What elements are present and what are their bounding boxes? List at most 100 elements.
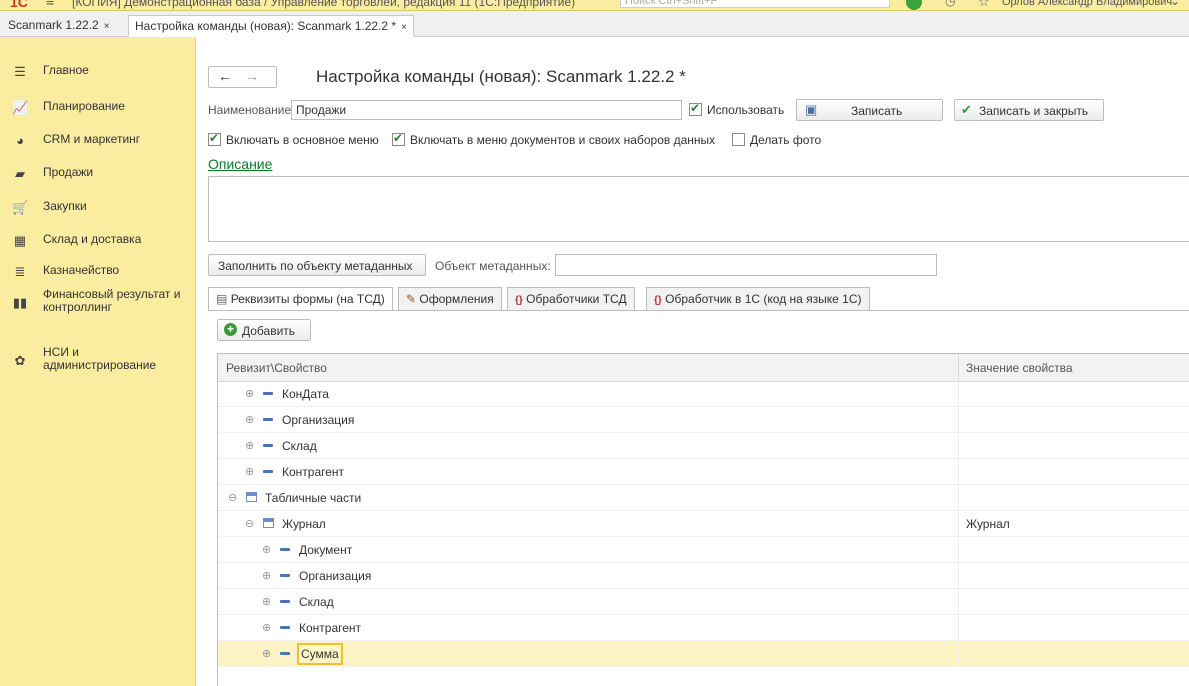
sidebar-item-label: НСИ и администрирование	[43, 345, 157, 372]
tab-appearance[interactable]: ✎ Оформления	[398, 287, 502, 311]
table-row[interactable]: ⊖ Табличные части	[218, 485, 1189, 511]
description-link[interactable]: Описание	[208, 156, 272, 172]
table-part-icon	[246, 492, 257, 502]
tab-label: Обработчики ТСД	[526, 292, 627, 306]
table-row[interactable]: ⊕ Документ	[218, 537, 1189, 563]
table-row[interactable]: ⊕ Организация	[218, 407, 1189, 433]
plus-icon: +	[224, 323, 237, 336]
fill-by-metadata-button[interactable]: Заполнить по объекту метаданных	[208, 254, 426, 276]
brush-icon: ✎	[406, 292, 417, 306]
tab-command-settings[interactable]: Настройка команды (новая): Scanmark 1.22…	[128, 15, 414, 37]
forward-arrow-icon[interactable]: →	[245, 68, 259, 84]
main-menu-checkbox[interactable]	[208, 131, 221, 146]
coins-icon: ≣	[14, 264, 26, 279]
bar-chart-icon: ▮▮	[12, 295, 28, 310]
tab-1c-handler[interactable]: {} Обработчик в 1С (код на языке 1С)	[646, 287, 870, 311]
expand-icon[interactable]: ⊕	[245, 465, 254, 478]
row-name: Табличные части	[265, 491, 362, 505]
metadata-input[interactable]	[555, 254, 937, 276]
add-button[interactable]: + Добавить	[217, 319, 311, 341]
doc-menu-checkbox[interactable]	[392, 131, 405, 146]
expand-icon[interactable]: ⊕	[262, 595, 271, 608]
attribute-icon	[280, 600, 290, 603]
sidebar-item-label: Финансовый результат и контроллинг	[43, 287, 181, 314]
sidebar-item-label: Продажи	[43, 165, 94, 179]
sidebar-item-label: Склад и доставка	[43, 232, 142, 246]
collapse-icon[interactable]: ⊖	[228, 491, 237, 504]
table-row[interactable]: ⊕ Сумма	[218, 641, 1189, 667]
table-row[interactable]: ⊕ Склад	[218, 589, 1189, 615]
description-field[interactable]	[208, 176, 1189, 242]
settings-menu-icon[interactable]: ⌄	[1170, 0, 1180, 8]
user-name[interactable]: Орлов Александр Владимирович	[1002, 0, 1172, 8]
menu-icon: ☰	[14, 64, 26, 79]
tabs-divider	[208, 310, 1189, 311]
close-icon[interactable]: ×	[104, 21, 110, 32]
metadata-label: Объект метаданных:	[435, 259, 551, 273]
use-checkbox[interactable]	[689, 101, 702, 116]
expand-icon[interactable]: ⊕	[245, 413, 254, 426]
row-name: Контрагент	[282, 465, 345, 479]
fill-button-label: Заполнить по объекту метаданных	[218, 259, 413, 273]
tab-form-attributes[interactable]: ▤ Реквизиты формы (на ТСД)	[208, 287, 393, 311]
global-search-input[interactable]: Поиск Ctrl+Shift+F	[620, 0, 890, 8]
column-divider	[958, 511, 959, 537]
photo-checkbox[interactable]	[732, 133, 745, 146]
tab-scanmark[interactable]: Scanmark 1.22.2 ×	[2, 15, 116, 35]
table-row[interactable]: ⊕ Контрагент	[218, 615, 1189, 641]
back-arrow-icon[interactable]: ←	[218, 68, 232, 84]
expand-icon[interactable]: ⊕	[262, 621, 271, 634]
column-divider	[958, 641, 959, 667]
notifications-icon[interactable]	[906, 0, 922, 10]
save-button[interactable]: ▣ Записать	[796, 99, 943, 121]
row-name: КонДата	[282, 387, 329, 401]
bag-icon: ▰	[15, 166, 25, 181]
close-icon[interactable]: ×	[401, 22, 407, 33]
expand-icon[interactable]: ⊕	[262, 543, 271, 556]
attribute-icon	[280, 652, 290, 655]
table-row[interactable]: ⊖ Журнал Журнал	[218, 511, 1189, 537]
sidebar-item-label: Планирование	[43, 99, 125, 113]
row-name: Документ	[299, 543, 353, 557]
expand-icon[interactable]: ⊕	[262, 647, 271, 660]
tab-tsd-handlers[interactable]: {} Обработчики ТСД	[507, 287, 635, 311]
row-name: Организация	[282, 413, 355, 427]
tab-label: Обработчик в 1С (код на языке 1С)	[665, 292, 862, 306]
expand-icon[interactable]: ⊕	[245, 439, 254, 452]
gear-icon: ✿	[14, 353, 26, 368]
name-input[interactable]: Продажи	[291, 100, 682, 120]
collapse-icon[interactable]: ⊖	[245, 517, 254, 530]
app-header: 1С ≡ [КОПИЯ] Демонстрационная база / Упр…	[0, 0, 1189, 11]
expand-icon[interactable]: ⊕	[262, 569, 271, 582]
table-row[interactable]: ⊕ Склад	[218, 433, 1189, 459]
column-divider	[958, 459, 959, 485]
sections-panel: ☰ Главное 📈 Планирование ◕ CRM и маркети…	[0, 37, 196, 686]
history-navigation: ← →	[208, 66, 277, 88]
check-icon: ✔	[961, 102, 972, 117]
row-name: Склад	[282, 439, 317, 453]
column-divider	[958, 537, 959, 563]
tab-label: Scanmark 1.22.2	[8, 18, 99, 32]
attributes-tree-grid[interactable]: Ревизит\Свойство Значение свойства ⊕ КонД…	[217, 353, 1189, 686]
column-divider	[958, 354, 959, 381]
table-row[interactable]: ⊕ Контрагент	[218, 459, 1189, 485]
row-name: Сумма	[297, 643, 343, 665]
table-row[interactable]: ⊕ Организация	[218, 563, 1189, 589]
table-row[interactable]: ⊕ КонДата	[218, 381, 1189, 407]
column-divider	[958, 615, 959, 641]
history-icon[interactable]: ◷	[945, 0, 955, 8]
row-name: Организация	[299, 569, 372, 583]
save-and-close-label: Записать и закрыть	[979, 104, 1089, 118]
row-value[interactable]: Журнал	[966, 517, 1010, 531]
cart-icon: 🛒	[12, 200, 29, 215]
column-header-value[interactable]: Значение свойства	[966, 361, 1073, 375]
save-and-close-button[interactable]: ✔ Записать и закрыть	[954, 99, 1104, 121]
column-header-attribute[interactable]: Ревизит\Свойство	[226, 361, 327, 375]
floppy-icon: ▣	[805, 102, 818, 117]
pie-icon: ◕	[16, 133, 24, 148]
grid-header: Ревизит\Свойство Значение свойства	[218, 354, 1189, 382]
expand-icon[interactable]: ⊕	[245, 387, 254, 400]
sidebar-item-label: Главное	[43, 63, 89, 77]
favorites-icon[interactable]: ☆	[978, 0, 990, 10]
main-menu-icon[interactable]: ≡	[46, 0, 54, 9]
